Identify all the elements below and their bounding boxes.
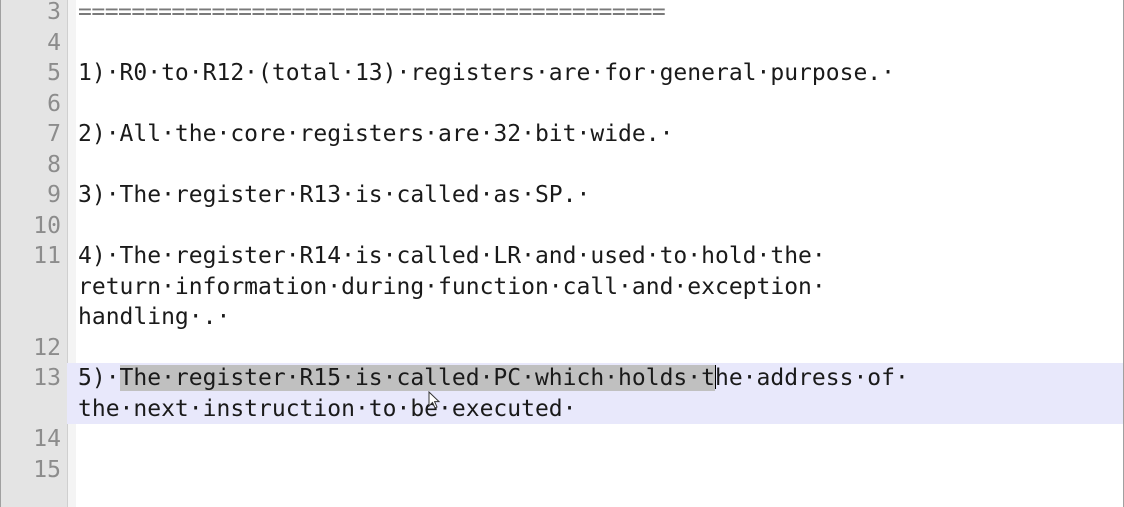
- editor-line[interactable]: 9 3)·The·register·R13·is·called·as·SP.·: [1, 180, 1123, 211]
- text-editor[interactable]: 3 ======================================…: [0, 0, 1124, 507]
- line-text[interactable]: [67, 89, 1098, 120]
- line-number: 4: [47, 29, 61, 56]
- editor-line-current[interactable]: 13 5)·The·register·R15·is·called·PC·whic…: [1, 363, 1123, 424]
- editor-line[interactable]: 7 2)·All·the·core·registers·are·32·bit·w…: [1, 119, 1123, 150]
- line-text[interactable]: [67, 211, 1098, 242]
- editor-line[interactable]: 5 1)·R0·to·R12·(total·13)·registers·are·…: [1, 58, 1123, 89]
- editor-line[interactable]: 14: [1, 424, 1123, 455]
- line-number: 13: [1, 363, 67, 424]
- editor-line[interactable]: 11 4)·The·register·R14·is·called·LR·and·…: [1, 241, 1123, 333]
- line-number: 10: [33, 212, 61, 239]
- selected-text[interactable]: The·register·R15·is·called·PC·which·hold…: [119, 365, 715, 391]
- line-number: 14: [33, 426, 61, 452]
- editor-line[interactable]: 15: [1, 455, 1123, 486]
- line-prefix: 5)·: [78, 365, 120, 391]
- line-number: 3: [47, 0, 61, 25]
- editor-line[interactable]: 6: [1, 89, 1123, 120]
- editor-line[interactable]: 4: [1, 28, 1123, 59]
- line-number: 6: [47, 90, 61, 117]
- line-text[interactable]: [67, 424, 1098, 455]
- line-number: 11: [33, 243, 61, 269]
- line-number: 8: [47, 151, 61, 178]
- line-text[interactable]: 3)·The·register·R13·is·called·as·SP.·: [67, 180, 1098, 211]
- line-number: 12: [33, 334, 61, 361]
- line-text[interactable]: [67, 455, 1098, 486]
- line-number: 5: [47, 60, 61, 86]
- line-text[interactable]: [67, 28, 1098, 59]
- line-text[interactable]: ========================================…: [67, 0, 1098, 28]
- editor-line[interactable]: 3 ======================================…: [1, 0, 1123, 28]
- line-text[interactable]: 1)·R0·to·R12·(total·13)·registers·are·fo…: [67, 58, 1098, 89]
- line-text[interactable]: [67, 333, 1098, 364]
- line-text[interactable]: 4)·The·register·R14·is·called·LR·and·use…: [67, 241, 1098, 333]
- editor-line[interactable]: 12: [1, 333, 1123, 364]
- line-number: 9: [47, 182, 61, 208]
- line-text[interactable]: 5)·The·register·R15·is·called·PC·which·h…: [67, 363, 1098, 424]
- line-text[interactable]: [67, 150, 1098, 181]
- i-beam-cursor-icon: [428, 391, 441, 409]
- editor-line[interactable]: 8: [1, 150, 1123, 181]
- line-number: 15: [33, 456, 61, 483]
- line-number: 7: [47, 121, 61, 147]
- editor-content[interactable]: 3 ======================================…: [1, 0, 1123, 485]
- editor-line[interactable]: 10: [1, 211, 1123, 242]
- line-text[interactable]: 2)·All·the·core·registers·are·32·bit·wid…: [67, 119, 1098, 150]
